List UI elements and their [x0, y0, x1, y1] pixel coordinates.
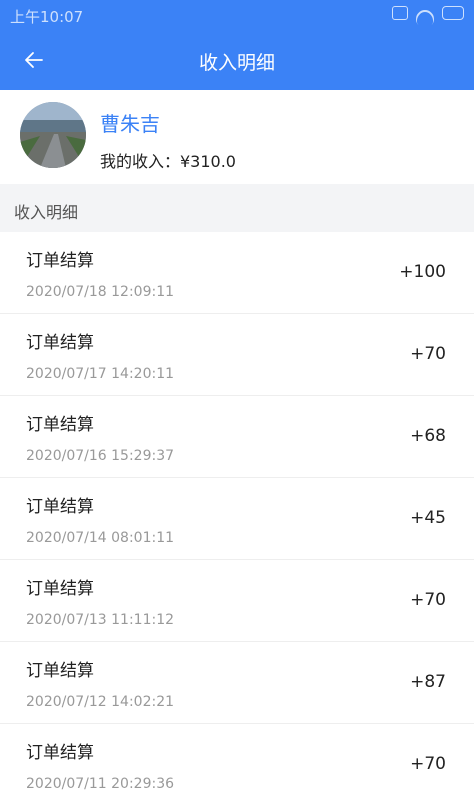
record-name: 订单结算 [26, 497, 94, 517]
record-name: 订单结算 [26, 579, 94, 599]
list-item[interactable]: 订单结算 2020/07/17 14:20:11 +70 [0, 314, 474, 396]
record-amount: +70 [410, 754, 446, 774]
record-amount: +87 [410, 672, 446, 692]
list-item[interactable]: 订单结算 2020/07/14 08:01:11 +45 [0, 478, 474, 560]
record-amount: +68 [410, 426, 446, 446]
record-date: 2020/07/14 08:01:11 [26, 530, 175, 546]
record-date: 2020/07/11 20:29:36 [26, 776, 175, 792]
record-name: 订单结算 [26, 251, 94, 271]
avatar-image [20, 102, 86, 168]
status-icons [392, 6, 464, 20]
record-date: 2020/07/18 12:09:11 [26, 284, 175, 300]
avatar[interactable] [20, 102, 86, 168]
record-name: 订单结算 [26, 333, 94, 353]
record-name: 订单结算 [26, 743, 94, 763]
app-header: 上午10:07 收入明细 [0, 0, 474, 90]
record-name: 订单结算 [26, 661, 94, 681]
page-title: 收入明细 [198, 52, 275, 74]
list-item[interactable]: 订单结算 2020/07/18 12:09:11 +100 [0, 232, 474, 314]
record-date: 2020/07/16 15:29:37 [26, 448, 175, 464]
status-bar: 上午10:07 [0, 0, 474, 32]
sim-icon [392, 6, 408, 20]
record-date: 2020/07/17 14:20:11 [26, 366, 175, 382]
section-header: 收入明细 [0, 184, 474, 232]
wifi-icon [416, 6, 434, 20]
nav-bar: 收入明细 [0, 32, 474, 90]
section-title: 收入明细 [14, 203, 79, 222]
list-item[interactable]: 订单结算 2020/07/11 20:29:36 +70 [0, 724, 474, 794]
record-amount: +100 [399, 262, 446, 282]
profile-card: 曹朱吉 我的收入：¥310.0 [0, 90, 474, 184]
user-name: 曹朱吉 [100, 112, 160, 136]
income-list: 订单结算 2020/07/18 12:09:11 +100 订单结算 2020/… [0, 232, 474, 794]
record-date: 2020/07/13 11:11:12 [26, 612, 175, 628]
list-item[interactable]: 订单结算 2020/07/12 14:02:21 +87 [0, 642, 474, 724]
income-total: 我的收入：¥310.0 [100, 152, 236, 171]
record-amount: +45 [410, 508, 446, 528]
list-item[interactable]: 订单结算 2020/07/13 11:11:12 +70 [0, 560, 474, 642]
status-time: 上午10:07 [10, 8, 84, 26]
record-amount: +70 [410, 590, 446, 610]
battery-icon [442, 6, 464, 20]
record-amount: +70 [410, 344, 446, 364]
record-name: 订单结算 [26, 415, 94, 435]
record-date: 2020/07/12 14:02:21 [26, 694, 175, 710]
list-item[interactable]: 订单结算 2020/07/16 15:29:37 +68 [0, 396, 474, 478]
